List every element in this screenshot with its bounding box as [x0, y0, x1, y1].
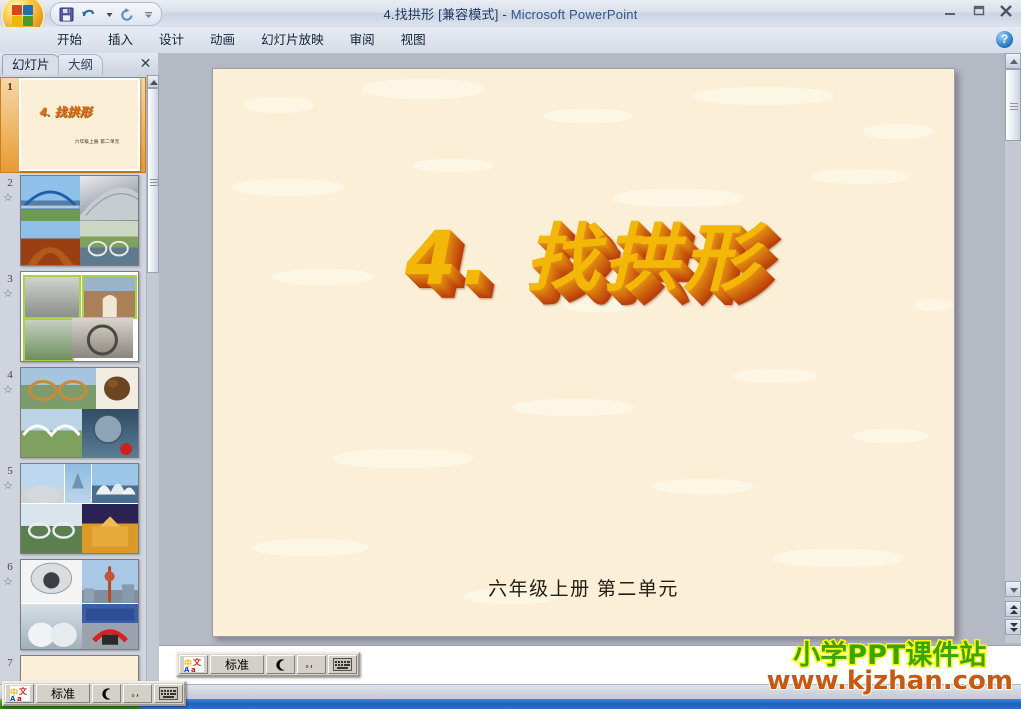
- ime-punctuation-icon[interactable]: 。，: [297, 655, 326, 674]
- slide-subtitle-text[interactable]: 六年级上册 第二单元: [213, 574, 954, 601]
- help-icon[interactable]: ?: [996, 31, 1013, 48]
- close-button[interactable]: [995, 2, 1017, 20]
- slides-outline-pane: 幻灯片 大纲 ✕ 1 4. 找拱形 六年级上册 第二单元 2 ☆ 3 ☆ 4 ☆…: [0, 53, 159, 697]
- slide-thumbnail-list[interactable]: 1 4. 找拱形 六年级上册 第二单元 2 ☆ 3 ☆ 4 ☆ 5 ☆ 6 ☆ …: [0, 75, 146, 697]
- thumbnail-image: [20, 559, 139, 650]
- ime-soft-keyboard-icon[interactable]: [154, 684, 183, 703]
- thumbnail-image: [20, 367, 139, 458]
- animation-star-icon: ☆: [3, 384, 13, 396]
- tab-slides-thumbnails[interactable]: 幻灯片: [2, 54, 60, 75]
- scroll-up-icon[interactable]: [1005, 53, 1021, 69]
- title-bar: 4.找拱形 [兼容模式] - Microsoft PowerPoint: [0, 0, 1021, 36]
- slide-number: 3: [7, 273, 13, 285]
- thumbnail-image: [20, 175, 139, 266]
- ribbon-tabs: 开始 插入 设计 动画 幻灯片放映 审阅 视图: [44, 27, 439, 53]
- slide-number: 2: [7, 177, 13, 189]
- thumbnail-image: 4. 找拱形 六年级上册 第二单元: [19, 78, 140, 171]
- minimize-button[interactable]: [939, 2, 961, 20]
- thumbnail-image: [20, 463, 139, 554]
- ribbon-tab-row: 开始 插入 设计 动画 幻灯片放映 审阅 视图 ?: [0, 27, 1021, 54]
- slide-number: 4: [7, 369, 13, 381]
- next-slide-button[interactable]: [1005, 619, 1021, 635]
- tab-review[interactable]: 审阅: [337, 28, 388, 53]
- window-title-separator: -: [498, 7, 511, 22]
- thumbnail-image: [20, 271, 139, 362]
- scroll-thumb[interactable]: [1005, 69, 1021, 141]
- close-pane-icon[interactable]: ✕: [138, 56, 153, 71]
- animation-star-icon: ☆: [3, 480, 13, 492]
- ime-soft-keyboard-icon[interactable]: [328, 655, 357, 674]
- window-controls: [939, 2, 1017, 20]
- slide-number: 5: [7, 465, 13, 477]
- slide-number: 7: [7, 657, 13, 669]
- thumbnail-scrollbar[interactable]: [146, 75, 159, 697]
- window-title-document: 4.找拱形 [兼容模式]: [383, 7, 499, 22]
- svg-text:A: A: [184, 666, 190, 672]
- tab-view[interactable]: 视图: [388, 28, 439, 53]
- animation-star-icon: ☆: [3, 576, 13, 588]
- window-title: 4.找拱形 [兼容模式] - Microsoft PowerPoint: [0, 4, 1021, 23]
- pane-tab-strip: 幻灯片 大纲 ✕: [0, 53, 158, 76]
- scroll-down-icon[interactable]: [1005, 581, 1021, 597]
- slide-number: 6: [7, 561, 13, 573]
- ime-logo-icon[interactable]: 中 文 A a: [5, 684, 34, 703]
- slide-number: 1: [7, 81, 13, 93]
- svg-text:A: A: [10, 695, 16, 701]
- tab-slideshow[interactable]: 幻灯片放映: [248, 28, 337, 53]
- ime-half-width-icon[interactable]: [92, 684, 121, 703]
- ime-mode-label[interactable]: 标准: [36, 684, 90, 703]
- slide-thumbnail-1[interactable]: 1 4. 找拱形 六年级上册 第二单元: [0, 77, 146, 173]
- thumbnail-title-text: 4. 找拱形: [39, 105, 93, 120]
- slide-thumbnail-4[interactable]: 4 ☆: [0, 365, 146, 461]
- slide-thumbnail-2[interactable]: 2 ☆: [0, 173, 146, 269]
- ime-logo-icon[interactable]: 中 文 A a: [179, 655, 208, 674]
- svg-text:a: a: [191, 666, 196, 672]
- thumbnail-scroll-up-icon[interactable]: [147, 75, 159, 88]
- slide-editing-area: 4. 找拱形 六年级上册 第二单元: [159, 53, 1021, 697]
- scroll-grip-icon: [150, 177, 158, 186]
- slide-thumbnail-6[interactable]: 6 ☆: [0, 557, 146, 653]
- ime-language-bar-floating[interactable]: 中 文 A a 标准 。，: [176, 652, 360, 677]
- window-title-app: Microsoft PowerPoint: [510, 7, 638, 22]
- ime-mode-label[interactable]: 标准: [210, 655, 264, 674]
- tab-design[interactable]: 设计: [146, 28, 197, 53]
- previous-slide-button[interactable]: [1005, 601, 1021, 617]
- tab-home[interactable]: 开始: [44, 28, 95, 53]
- tab-outline[interactable]: 大纲: [58, 54, 104, 76]
- tab-insert[interactable]: 插入: [95, 28, 146, 53]
- current-slide-canvas[interactable]: 4. 找拱形 六年级上册 第二单元: [212, 68, 955, 637]
- restore-button[interactable]: [967, 2, 989, 20]
- powerpoint-window: 4.找拱形 [兼容模式] - Microsoft PowerPoint 开始 插…: [0, 0, 1021, 709]
- thumbnail-subtitle-text: 六年级上册 第二单元: [74, 138, 120, 144]
- ime-half-width-icon[interactable]: [266, 655, 295, 674]
- slide-vertical-scrollbar[interactable]: [1004, 53, 1021, 643]
- ime-punctuation-icon[interactable]: 。，: [123, 684, 152, 703]
- animation-star-icon: ☆: [3, 192, 13, 204]
- svg-text:a: a: [17, 695, 22, 701]
- tab-animations[interactable]: 动画: [197, 28, 248, 53]
- ime-language-bar-docked[interactable]: 中 文 A a 标准 。，: [2, 681, 186, 706]
- thumbnail-scroll-thumb[interactable]: [147, 88, 159, 273]
- animation-star-icon: ☆: [3, 288, 13, 300]
- scroll-grip-icon: [1010, 101, 1018, 110]
- slide-thumbnail-5[interactable]: 5 ☆: [0, 461, 146, 557]
- slide-title-wordart[interactable]: 4. 找拱形: [213, 199, 954, 306]
- slide-thumbnail-3[interactable]: 3 ☆: [0, 269, 146, 365]
